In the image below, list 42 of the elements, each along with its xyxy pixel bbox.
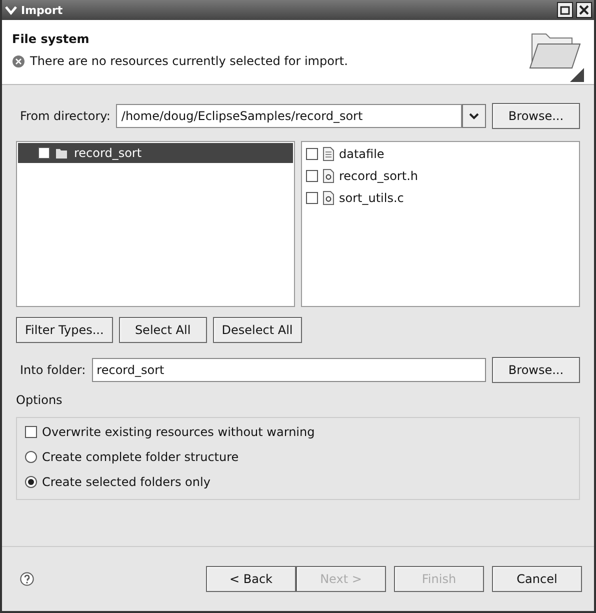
close-icon — [579, 5, 589, 15]
caret-icon — [469, 112, 479, 120]
page-title: File system — [12, 32, 90, 46]
selection-button[interactable]: Select All — [118, 317, 207, 343]
file-name: record_sort.h — [339, 169, 418, 183]
folder-field[interactable]: record_sort — [92, 358, 486, 382]
option-label: Overwrite existing resources without warning — [42, 424, 315, 438]
tree-item[interactable]: record_sort — [18, 143, 293, 163]
field-label: Into folder: — [19, 363, 86, 377]
browse-button[interactable]: Browse... — [492, 103, 580, 129]
folder-name: record_sort — [74, 146, 142, 160]
radio-button[interactable] — [25, 450, 37, 462]
file-name: datafile — [339, 147, 384, 161]
source-file-icon — [323, 169, 334, 183]
window-title: Import — [21, 4, 64, 16]
close-button[interactable] — [576, 2, 592, 18]
checkbox[interactable] — [25, 426, 37, 438]
help-icon[interactable] — [20, 572, 34, 586]
error-icon — [12, 54, 25, 68]
checkbox[interactable] — [306, 170, 318, 182]
selection-button[interactable]: Filter Types... — [16, 317, 113, 343]
wizard-button[interactable]: Cancel — [492, 566, 582, 592]
field-label: From directory: — [19, 109, 110, 123]
option-label: Create selected folders only — [42, 474, 210, 488]
maximize-icon — [560, 6, 570, 14]
selection-button[interactable]: Deselect All — [212, 317, 302, 343]
file-name: sort_utils.c — [339, 191, 404, 205]
source-file-icon — [323, 191, 334, 205]
option-label: Create complete folder structure — [42, 450, 239, 464]
group-title: Options — [16, 393, 64, 407]
folder-icon — [55, 148, 69, 158]
status-message: There are no resources currently selected for import. — [30, 54, 348, 68]
text-file-icon — [323, 147, 334, 161]
checkbox[interactable] — [306, 148, 318, 160]
wizard-button[interactable]: < Back — [206, 566, 296, 592]
maximize-button[interactable] — [557, 2, 573, 18]
checkbox[interactable] — [306, 192, 318, 204]
directory-field[interactable]: /home/doug/EclipseSamples/record_sort — [116, 104, 462, 128]
radio-button[interactable] — [25, 476, 37, 488]
browse-button[interactable]: Browse... — [492, 357, 580, 383]
dropdown-button[interactable] — [462, 104, 486, 128]
checkbox[interactable] — [38, 147, 50, 159]
